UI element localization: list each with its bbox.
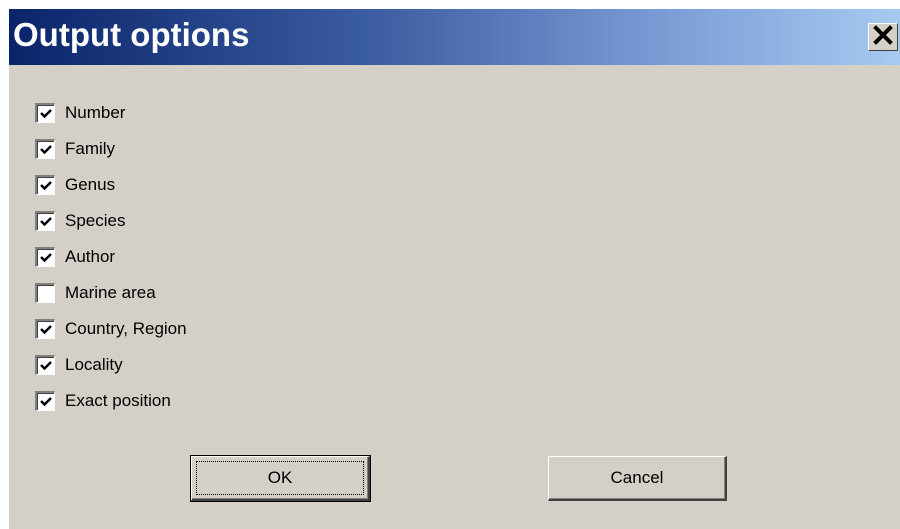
country-region-label: Country, Region bbox=[65, 319, 187, 338]
checkmark-icon bbox=[39, 144, 52, 154]
genus-checkbox[interactable] bbox=[35, 175, 55, 195]
output-options-dialog: Output options Number Family Genus Speci… bbox=[8, 8, 900, 529]
checkmark-icon bbox=[39, 360, 52, 370]
cancel-button-label: Cancel bbox=[610, 468, 664, 487]
author-checkbox[interactable] bbox=[35, 247, 55, 267]
option-author[interactable]: Author bbox=[35, 239, 187, 275]
option-marine-area[interactable]: Marine area bbox=[35, 275, 187, 311]
close-icon bbox=[873, 24, 893, 50]
exact-position-checkbox[interactable] bbox=[35, 391, 55, 411]
option-country-region[interactable]: Country, Region bbox=[35, 311, 187, 347]
dialog-title: Output options bbox=[13, 16, 250, 53]
checkmark-icon bbox=[39, 396, 52, 406]
option-family[interactable]: Family bbox=[35, 131, 187, 167]
number-label: Number bbox=[65, 103, 126, 122]
options-list: Number Family Genus Species Author Marin… bbox=[35, 95, 187, 419]
close-button[interactable] bbox=[868, 23, 898, 51]
option-species[interactable]: Species bbox=[35, 203, 187, 239]
family-checkbox[interactable] bbox=[35, 139, 55, 159]
checkmark-icon bbox=[39, 180, 52, 190]
title-bar[interactable]: Output options bbox=[9, 9, 900, 65]
species-label: Species bbox=[65, 211, 126, 230]
author-label: Author bbox=[65, 247, 116, 266]
ok-button[interactable]: OK bbox=[190, 455, 371, 502]
family-label: Family bbox=[65, 139, 116, 158]
checkmark-icon bbox=[39, 324, 52, 334]
marine-area-checkbox[interactable] bbox=[35, 283, 55, 303]
exact-position-label: Exact position bbox=[65, 391, 171, 410]
species-checkbox[interactable] bbox=[35, 211, 55, 231]
number-checkbox[interactable] bbox=[35, 103, 55, 123]
locality-label: Locality bbox=[65, 355, 123, 374]
checkmark-icon bbox=[39, 252, 52, 262]
genus-label: Genus bbox=[65, 175, 116, 194]
option-genus[interactable]: Genus bbox=[35, 167, 187, 203]
focus-rectangle bbox=[196, 461, 364, 495]
locality-checkbox[interactable] bbox=[35, 355, 55, 375]
option-locality[interactable]: Locality bbox=[35, 347, 187, 383]
marine-area-label: Marine area bbox=[65, 283, 156, 302]
checkmark-icon bbox=[39, 108, 52, 118]
checkmark-icon bbox=[39, 216, 52, 226]
option-exact-position[interactable]: Exact position bbox=[35, 383, 187, 419]
country-region-checkbox[interactable] bbox=[35, 319, 55, 339]
cancel-button[interactable]: Cancel bbox=[548, 456, 727, 501]
option-number[interactable]: Number bbox=[35, 95, 187, 131]
